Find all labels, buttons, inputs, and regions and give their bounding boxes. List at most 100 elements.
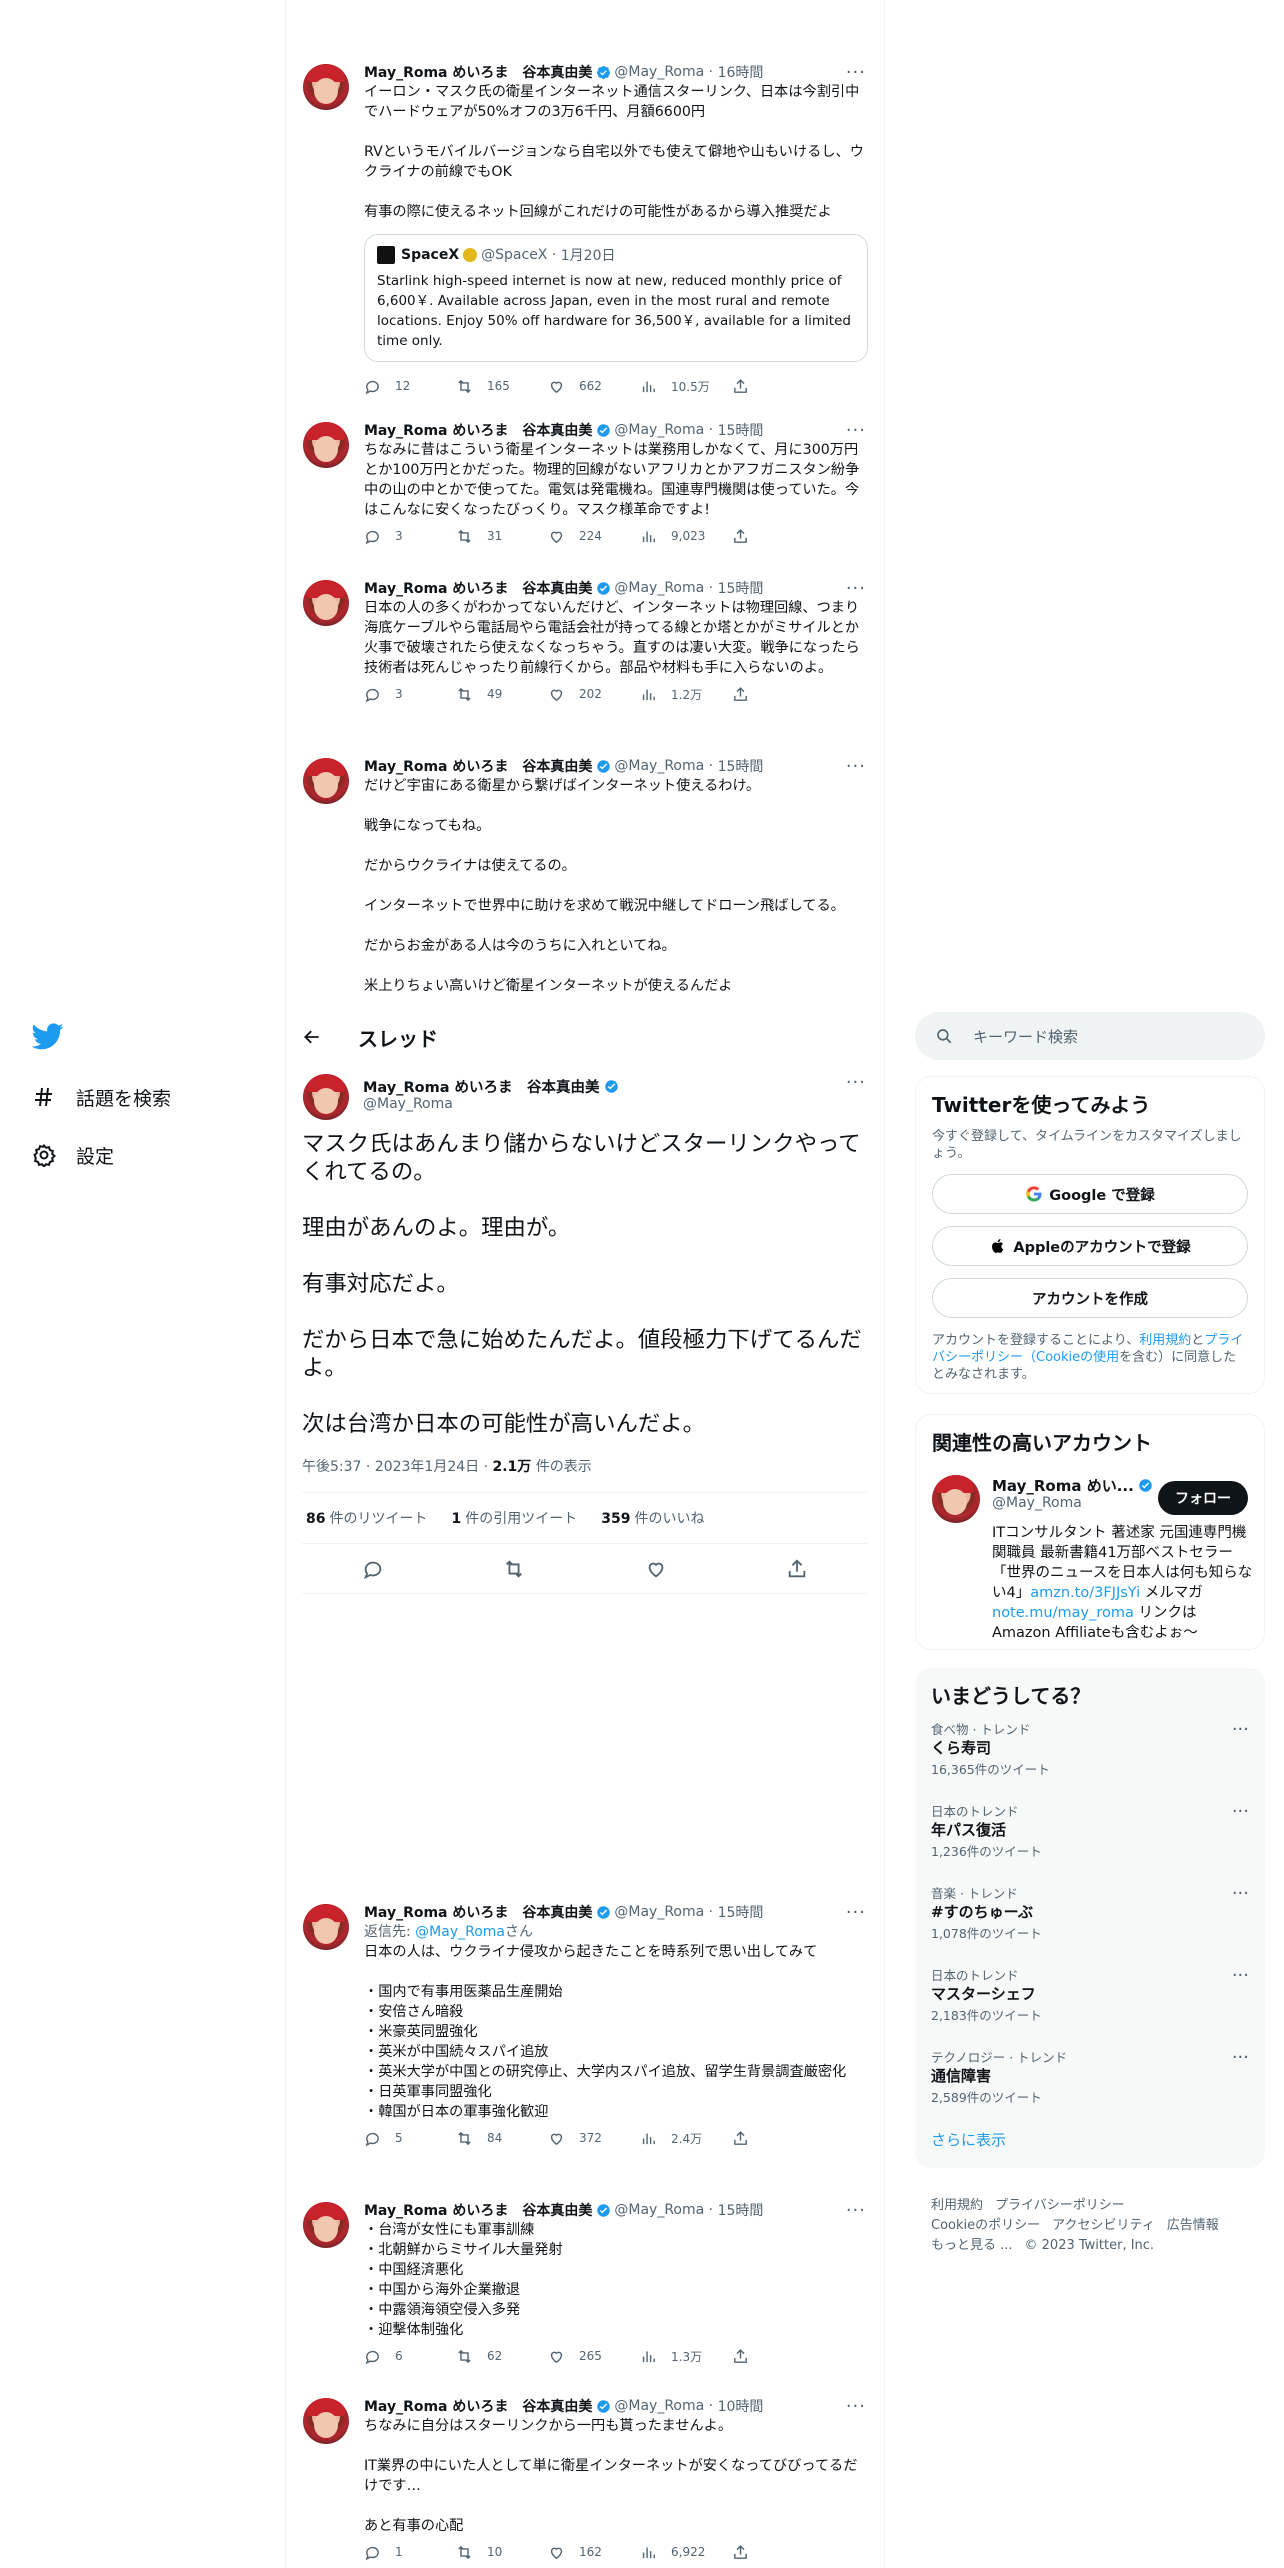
trend-item[interactable]: 音楽 · トレンド #すのちゅーぶ 1,078件のツイート ··· [931,1883,1249,1965]
show-more-link[interactable]: さらに表示 [931,2129,1249,2169]
like-button[interactable]: 162 [548,2544,640,2561]
reply-button[interactable]: 1 [364,2544,456,2561]
views-button[interactable]: 1.2万 [640,686,732,703]
footer-accessibility[interactable]: アクセシビリティ [1052,2218,1155,2233]
more-icon[interactable]: ··· [846,756,866,777]
like-button[interactable]: 224 [548,528,640,545]
quote-tweet[interactable]: SpaceX @SpaceX · 1月20日 Starlink high-spe… [364,234,868,362]
avatar[interactable] [303,2202,349,2248]
reply-button[interactable]: 12 [364,378,456,395]
handle[interactable]: @May_Roma [614,64,704,80]
retweet-button[interactable]: 62 [456,2348,548,2365]
timestamp[interactable]: 15時間 [718,2200,764,2220]
handle[interactable]: @May_Roma [614,2398,704,2414]
footer-terms[interactable]: 利用規約 [931,2198,983,2213]
more-icon[interactable]: ··· [846,62,866,83]
tweet[interactable]: May_Roma めいろま 谷本真由美 @May_Roma · 15時間 ···… [286,408,884,566]
more-icon[interactable]: ··· [846,1902,866,1923]
nav-explore[interactable]: 話題を検索 [32,1068,252,1126]
trend-item[interactable]: 食べ物 · トレンド くら寿司 16,365件のツイート ··· [931,1719,1249,1801]
timestamp[interactable]: 15時間 [718,1902,764,1922]
display-name[interactable]: May_Roma めいろま 谷本真由美 [364,756,592,776]
handle[interactable]: @May_Roma [614,422,704,438]
heart-icon[interactable] [645,1558,667,1580]
avatar[interactable] [303,422,349,468]
quotes-stat[interactable]: 1 件の引用ツイート [447,1508,577,1528]
avatar[interactable] [303,1074,349,1120]
follow-button[interactable]: フォロー [1158,1481,1248,1515]
share-button[interactable] [732,686,824,703]
retweet-button[interactable]: 31 [456,528,548,545]
trend-item[interactable]: 日本のトレンド マスターシェフ 2,183件のツイート ··· [931,1965,1249,2047]
more-icon[interactable]: ··· [1232,1719,1249,1740]
tweet[interactable]: May_Roma めいろま 谷本真由美 @May_Roma · 15時間 ···… [286,1890,884,2188]
share-button[interactable] [732,528,824,545]
search-input[interactable]: キーワード検索 [915,1012,1265,1060]
retweet-button[interactable]: 49 [456,686,548,703]
share-button[interactable] [732,2130,824,2147]
share-button[interactable] [732,2348,824,2365]
note-link[interactable]: note.mu/may_roma [992,1605,1134,1621]
footer-privacy[interactable]: プライバシーポリシー [995,2198,1125,2213]
avatar[interactable] [303,64,349,110]
avatar[interactable] [303,758,349,804]
reply-handle-link[interactable]: @May_Roma [415,1924,505,1940]
related-name[interactable]: May_Roma めい... [992,1475,1156,1496]
share-button[interactable] [732,2544,824,2561]
like-button[interactable]: 662 [548,378,640,395]
trend-item[interactable]: 日本のトレンド 年パス復活 1,236件のツイート ··· [931,1801,1249,1883]
retweet-button[interactable]: 10 [456,2544,548,2561]
more-icon[interactable]: ··· [846,578,866,599]
share-icon[interactable] [786,1558,808,1580]
footer-ads[interactable]: 広告情報 [1167,2218,1219,2233]
display-name[interactable]: May_Roma めいろま 谷本真由美 [364,1902,592,1922]
reply-button[interactable]: 5 [364,2130,456,2147]
handle[interactable]: @May_Roma [614,580,704,596]
related-handle[interactable]: @May_Roma [992,1495,1082,1511]
views-button[interactable]: 10.5万 [640,378,732,395]
apple-signup-button[interactable]: Appleのアカウントで登録 [932,1226,1248,1266]
terms-link[interactable]: 利用規約 [1139,1333,1191,1348]
more-icon[interactable]: ··· [1232,1883,1249,1904]
create-account-button[interactable]: アカウントを作成 [932,1278,1248,1318]
tweet[interactable]: May_Roma めいろま 谷本真由美 @May_Roma · 15時間 ···… [286,2188,884,2384]
share-button[interactable] [732,378,824,395]
avatar[interactable] [303,580,349,626]
reply-button[interactable]: 3 [364,528,456,545]
timestamp[interactable]: 15時間 [718,756,764,776]
more-icon[interactable]: ··· [846,2200,866,2221]
timestamp[interactable]: 15時間 [718,578,764,598]
display-name[interactable]: May_Roma めいろま 谷本真由美 [363,1076,600,1097]
handle[interactable]: @May_Roma [614,758,704,774]
timestamp[interactable]: 16時間 [718,62,764,82]
more-icon[interactable]: ··· [846,420,866,441]
display-name[interactable]: May_Roma めいろま 谷本真由美 [364,2396,592,2416]
like-button[interactable]: 265 [548,2348,640,2365]
likes-stat[interactable]: 359 件のいいね [597,1508,704,1528]
footer-cookie[interactable]: Cookieのポリシー [931,2218,1040,2233]
retweets-stat[interactable]: 86 件のリツイート [302,1508,427,1528]
views-button[interactable]: 2.4万 [640,2130,732,2147]
twitter-logo-icon[interactable] [31,1020,64,1052]
timestamp[interactable]: 15時間 [718,420,764,440]
reply-button[interactable]: 3 [364,686,456,703]
views-button[interactable]: 6,922 [640,2544,732,2561]
handle[interactable]: @May_Roma [363,1096,868,1116]
display-name[interactable]: May_Roma めいろま 谷本真由美 [364,62,592,82]
tweet[interactable]: May_Roma めいろま 谷本真由美 @May_Roma · 15時間 ···… [286,744,884,1004]
reply-button[interactable]: 6 [364,2348,456,2365]
more-icon[interactable]: ··· [1232,1965,1249,1986]
avatar[interactable] [303,2398,349,2444]
more-icon[interactable]: ··· [1232,2047,1249,2068]
reply-icon[interactable] [362,1558,384,1580]
avatar[interactable] [303,1904,349,1950]
amazon-link[interactable]: amzn.to/3FJJsYi [1030,1585,1140,1601]
tweet[interactable]: May_Roma めいろま 谷本真由美 @May_Roma · 16時間 ···… [286,50,884,408]
like-button[interactable]: 202 [548,686,640,703]
views-button[interactable]: 1.3万 [640,2348,732,2365]
more-icon[interactable]: ··· [846,1072,866,1093]
google-signup-button[interactable]: Google で登録 [932,1174,1248,1214]
handle[interactable]: @May_Roma [614,2202,704,2218]
retweet-button[interactable]: 84 [456,2130,548,2147]
like-button[interactable]: 372 [548,2130,640,2147]
